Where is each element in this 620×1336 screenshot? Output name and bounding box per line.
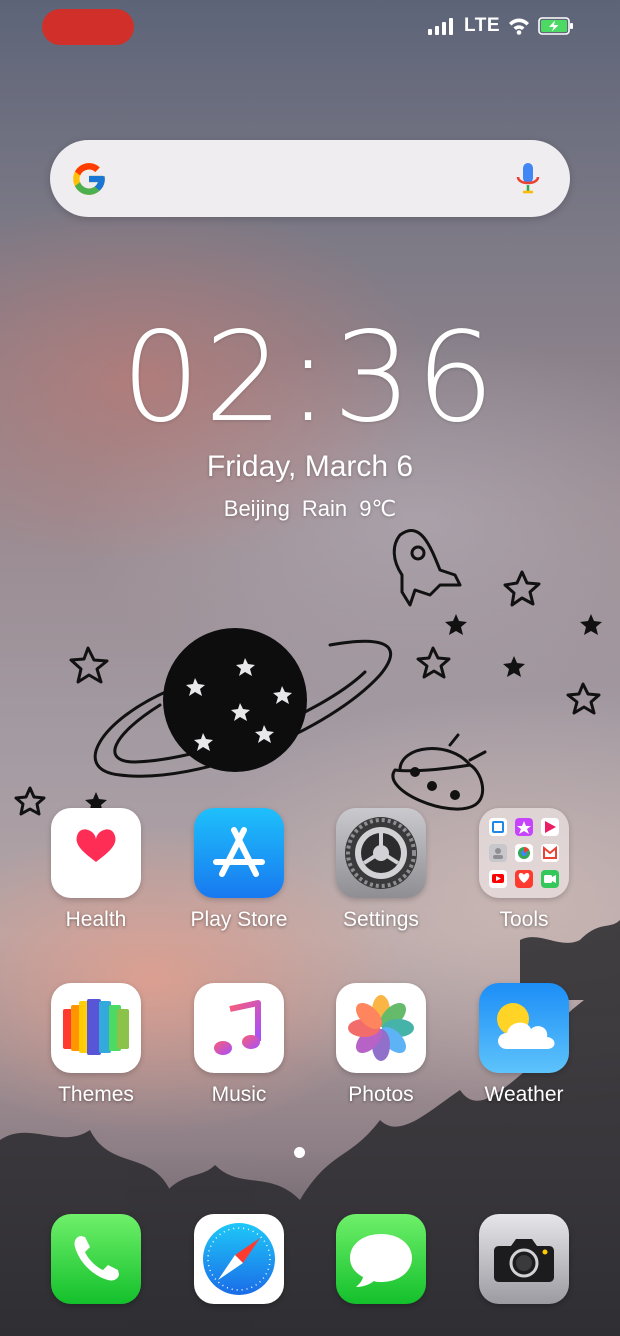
screen-recording-indicator[interactable] [42, 9, 134, 45]
folder-icon [479, 808, 569, 898]
health-heart-icon [51, 808, 141, 898]
clock-time[interactable]: 02:36 [0, 312, 620, 444]
dock-camera[interactable] [479, 1214, 569, 1304]
app-music[interactable]: Music [179, 983, 299, 1107]
photos-flower-icon [336, 983, 426, 1073]
app-label: Music [211, 1083, 267, 1106]
music-note-icon [194, 983, 284, 1073]
dock-messages[interactable] [336, 1214, 426, 1304]
app-weather[interactable]: Weather [464, 983, 584, 1107]
phone-icon [51, 1214, 141, 1304]
signal-strength-icon [428, 18, 454, 35]
wifi-icon [509, 18, 529, 35]
status-icons: LTE [428, 14, 574, 38]
app-settings[interactable]: Settings [321, 808, 441, 932]
app-label: Settings [343, 908, 419, 931]
compass-icon [194, 1214, 284, 1304]
app-photos[interactable]: Photos [321, 983, 441, 1107]
app-tools-folder[interactable]: Tools [464, 808, 584, 932]
app-label: Play Store [190, 908, 288, 931]
message-bubble-icon [336, 1214, 426, 1304]
app-play-store[interactable]: Play Store [179, 808, 299, 932]
dock-safari[interactable] [194, 1214, 284, 1304]
battery-charging-icon [538, 17, 573, 35]
weather-summary: Beijing Rain 9℃ [223, 496, 397, 521]
app-label: Photos [348, 1083, 414, 1106]
app-themes[interactable]: Themes [36, 983, 156, 1107]
gear-icon [336, 808, 426, 898]
app-store-icon [194, 808, 284, 898]
clock-date: Friday, March 6 [206, 450, 414, 483]
google-search-bar[interactable] [50, 140, 570, 217]
app-label: Health [65, 908, 127, 931]
themes-icon [51, 983, 141, 1073]
camera-icon [479, 1214, 569, 1304]
page-indicator-dot[interactable] [294, 1147, 305, 1158]
google-g-icon [73, 163, 105, 195]
status-bar: LTE [0, 0, 620, 52]
microphone-icon[interactable] [514, 161, 542, 197]
dock-phone[interactable] [51, 1214, 141, 1304]
network-type-label: LTE [464, 15, 500, 36]
app-label: Weather [484, 1083, 564, 1106]
app-health[interactable]: Health [36, 808, 156, 932]
app-label: Tools [499, 908, 549, 931]
app-label: Themes [58, 1083, 134, 1106]
sun-cloud-icon [479, 983, 569, 1073]
